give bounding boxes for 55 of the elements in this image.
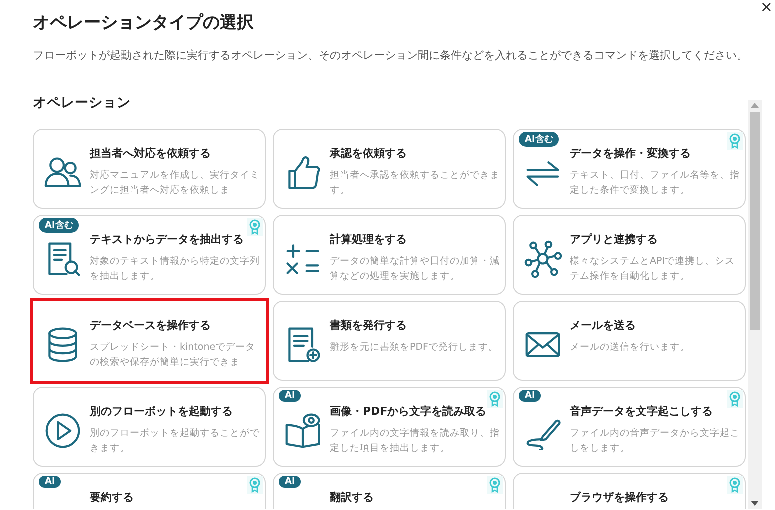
card-title: 音声データを文字起こしする <box>570 404 713 419</box>
operation-card[interactable]: 音声データを文字起こしする ファイル内の音声データから文字起こしをします。 AI <box>513 387 746 467</box>
operation-card[interactable]: アプリと連携する 様々なシステムとAPIで連携し、システム操作を自動化します。 <box>513 215 746 295</box>
card-description: スプレッドシート・kintoneでデータの検索や保存が簡単に実行できま <box>90 341 257 370</box>
dialog-title: オペレーションタイプの選択 <box>33 12 254 34</box>
close-button[interactable]: × <box>759 0 774 15</box>
ai-badge: AI含む <box>519 132 560 147</box>
card-title: 別のフローボットを起動する <box>90 404 233 419</box>
card-title: 計算処理をする <box>330 232 407 247</box>
card-description: 対象のテキスト情報から特定の文字列を抽出します。 <box>90 255 261 284</box>
operation-card[interactable]: 別のフローボットを起動する 別のフローボットを起動することができます。 <box>33 387 266 467</box>
card-title: データベースを操作する <box>90 318 211 333</box>
card-title: 翻訳する <box>330 490 374 505</box>
card-description: 雛形を元に書類をPDFで発行します。 <box>330 341 500 355</box>
card-description: 別のフローボットを起動することができます。 <box>90 427 261 456</box>
card-description: ファイル内の文字情報を読み取り、指定した項目を抽出します。 <box>330 427 501 456</box>
card-title: メールを送る <box>570 318 636 333</box>
operation-card[interactable]: 画像・PDFから文字を読み取る ファイル内の文字情報を読み取り、指定した項目を抽出します。 AI <box>273 387 506 467</box>
dialog-description: フローボットが起動された際に実行するオペレーション、そのオペレーション間に条件などを入れることができるコマンドを選択してください。 <box>32 48 749 63</box>
operation-card[interactable]: 書類を発行する 雛形を元に書類をPDFで発行します。 <box>273 301 506 381</box>
ai-badge: AI <box>39 476 62 488</box>
ai-badge: AI <box>279 476 302 488</box>
card-title: ブラウザを操作する <box>570 490 669 505</box>
card-title: 担当者へ対応を依頼する <box>90 146 211 161</box>
card-description: データの簡単な計算や日付の加算・減算などの処理を実施します。 <box>330 255 501 284</box>
card-title: 画像・PDFから文字を読み取る <box>330 404 487 419</box>
card-description: メールの送信を行います。 <box>570 341 691 355</box>
card-title: 承認を依頼する <box>330 146 407 161</box>
card-title: テキストからデータを抽出する <box>90 232 244 247</box>
ai-badge: AI <box>519 390 542 402</box>
card-description: テキスト、日付、ファイル名等を、指定した条件で変換します。 <box>570 169 741 198</box>
card-title: データを操作・変換する <box>570 146 691 161</box>
operation-card[interactable]: 承認を依頼する 担当者へ承認を依頼することができます。 <box>273 129 506 209</box>
card-description: 担当者へ承認を依頼することができます。 <box>330 169 501 198</box>
card-description: ファイル内の音声データから文字起こしをします。 <box>570 427 741 456</box>
ai-badge: AI含む <box>39 218 80 233</box>
operation-card[interactable]: テキストからデータを抽出する 対象のテキスト情報から特定の文字列を抽出します。 AI含む <box>33 215 266 295</box>
card-title: 要約する <box>90 490 134 505</box>
network-icon <box>524 240 562 278</box>
operation-card[interactable]: 計算処理をする データの簡単な計算や日付の加算・減算などの処理を実施します。 <box>273 215 506 295</box>
card-title: 書類を発行する <box>330 318 407 333</box>
operation-card[interactable]: 翻訳する AI <box>273 473 506 509</box>
section-title: オペレーション <box>32 94 132 112</box>
operation-card[interactable]: 要約する AI <box>33 473 266 509</box>
card-description: 対応マニュアルを作成し、実行タイミングに担当者へ対応を依頼しま <box>90 169 261 198</box>
operation-card[interactable]: メールを送る メールの送信を行います。 <box>513 301 746 381</box>
card-description: 様々なシステムとAPIで連携し、システム操作を自動化します。 <box>570 255 736 284</box>
scrollbar[interactable] <box>748 100 762 509</box>
book-eye-icon <box>284 412 322 450</box>
operation-card[interactable]: データを操作・変換する テキスト、日付、ファイル名等を、指定した条件で変換します。 AI含む <box>513 129 746 209</box>
operation-card[interactable]: 担当者へ対応を依頼する 対応マニュアルを作成し、実行タイミングに担当者へ対応を依頼しま <box>33 129 266 209</box>
play-icon <box>44 412 82 450</box>
card-title: アプリと連携する <box>570 232 658 247</box>
ai-badge: AI <box>279 390 302 402</box>
operation-card[interactable]: ブラウザを操作する <box>513 473 746 509</box>
